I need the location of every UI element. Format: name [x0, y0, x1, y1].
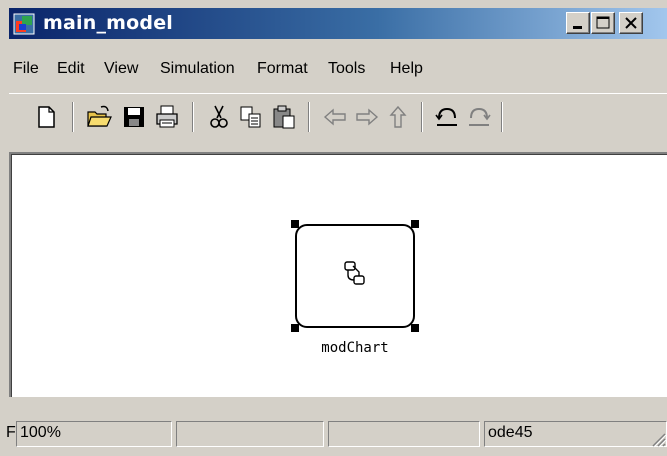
selection-handle[interactable]: [291, 324, 299, 332]
model-canvas[interactable]: modChart: [9, 152, 667, 397]
model-window: main_model File Edit View Simulation For…: [0, 0, 667, 456]
selection-handle[interactable]: [291, 220, 299, 228]
window-title: main_model: [43, 12, 174, 34]
close-button[interactable]: [619, 12, 643, 34]
chart-block[interactable]: [295, 224, 415, 328]
maximize-icon: [596, 16, 610, 29]
status-cell-3: [328, 421, 480, 447]
minimize-button[interactable]: [566, 12, 590, 34]
cut-icon[interactable]: [206, 104, 232, 130]
toolbar-separator: [72, 102, 74, 132]
status-cell-2: [176, 421, 324, 447]
toolbar: [9, 93, 667, 140]
menu-view[interactable]: View: [104, 60, 138, 78]
zoom-status: 100%: [16, 421, 172, 447]
paste-icon[interactable]: [271, 104, 297, 130]
toolbar-separator: [501, 102, 503, 132]
menu-help[interactable]: Help: [390, 60, 423, 78]
undo-icon[interactable]: [434, 104, 460, 130]
new-document-icon[interactable]: [33, 104, 59, 130]
toolbar-separator: [421, 102, 423, 132]
solver-status: ode45: [484, 421, 667, 447]
minimize-icon: [573, 26, 582, 29]
simulink-model-icon[interactable]: [13, 13, 35, 35]
menu-edit[interactable]: Edit: [57, 60, 85, 78]
menu-bar: File Edit View Simulation Format Tools H…: [9, 55, 667, 85]
open-folder-icon[interactable]: [86, 104, 112, 130]
menu-tools[interactable]: Tools: [328, 60, 365, 78]
resize-grip-icon[interactable]: [649, 430, 667, 452]
menu-simulation[interactable]: Simulation: [160, 60, 235, 78]
up-arrow-icon[interactable]: [385, 104, 411, 130]
maximize-button[interactable]: [591, 12, 615, 34]
toolbar-separator: [192, 102, 194, 132]
stateflow-chart-icon: [342, 259, 368, 293]
save-icon[interactable]: [121, 104, 147, 130]
back-arrow-icon[interactable]: [322, 104, 348, 130]
close-icon: [625, 17, 637, 29]
selection-handle[interactable]: [411, 220, 419, 228]
block-name-label[interactable]: modChart: [291, 340, 419, 356]
toolbar-separator: [308, 102, 310, 132]
copy-icon[interactable]: [238, 104, 264, 130]
selection-handle[interactable]: [411, 324, 419, 332]
forward-arrow-icon[interactable]: [354, 104, 380, 130]
menu-format[interactable]: Format: [257, 60, 308, 78]
title-bar[interactable]: main_model: [9, 8, 667, 39]
menu-file[interactable]: File: [13, 60, 39, 78]
print-icon[interactable]: [154, 104, 180, 130]
status-prefix: F: [6, 424, 16, 441]
status-bar: F 100% ode45: [0, 410, 667, 456]
redo-icon[interactable]: [466, 104, 492, 130]
